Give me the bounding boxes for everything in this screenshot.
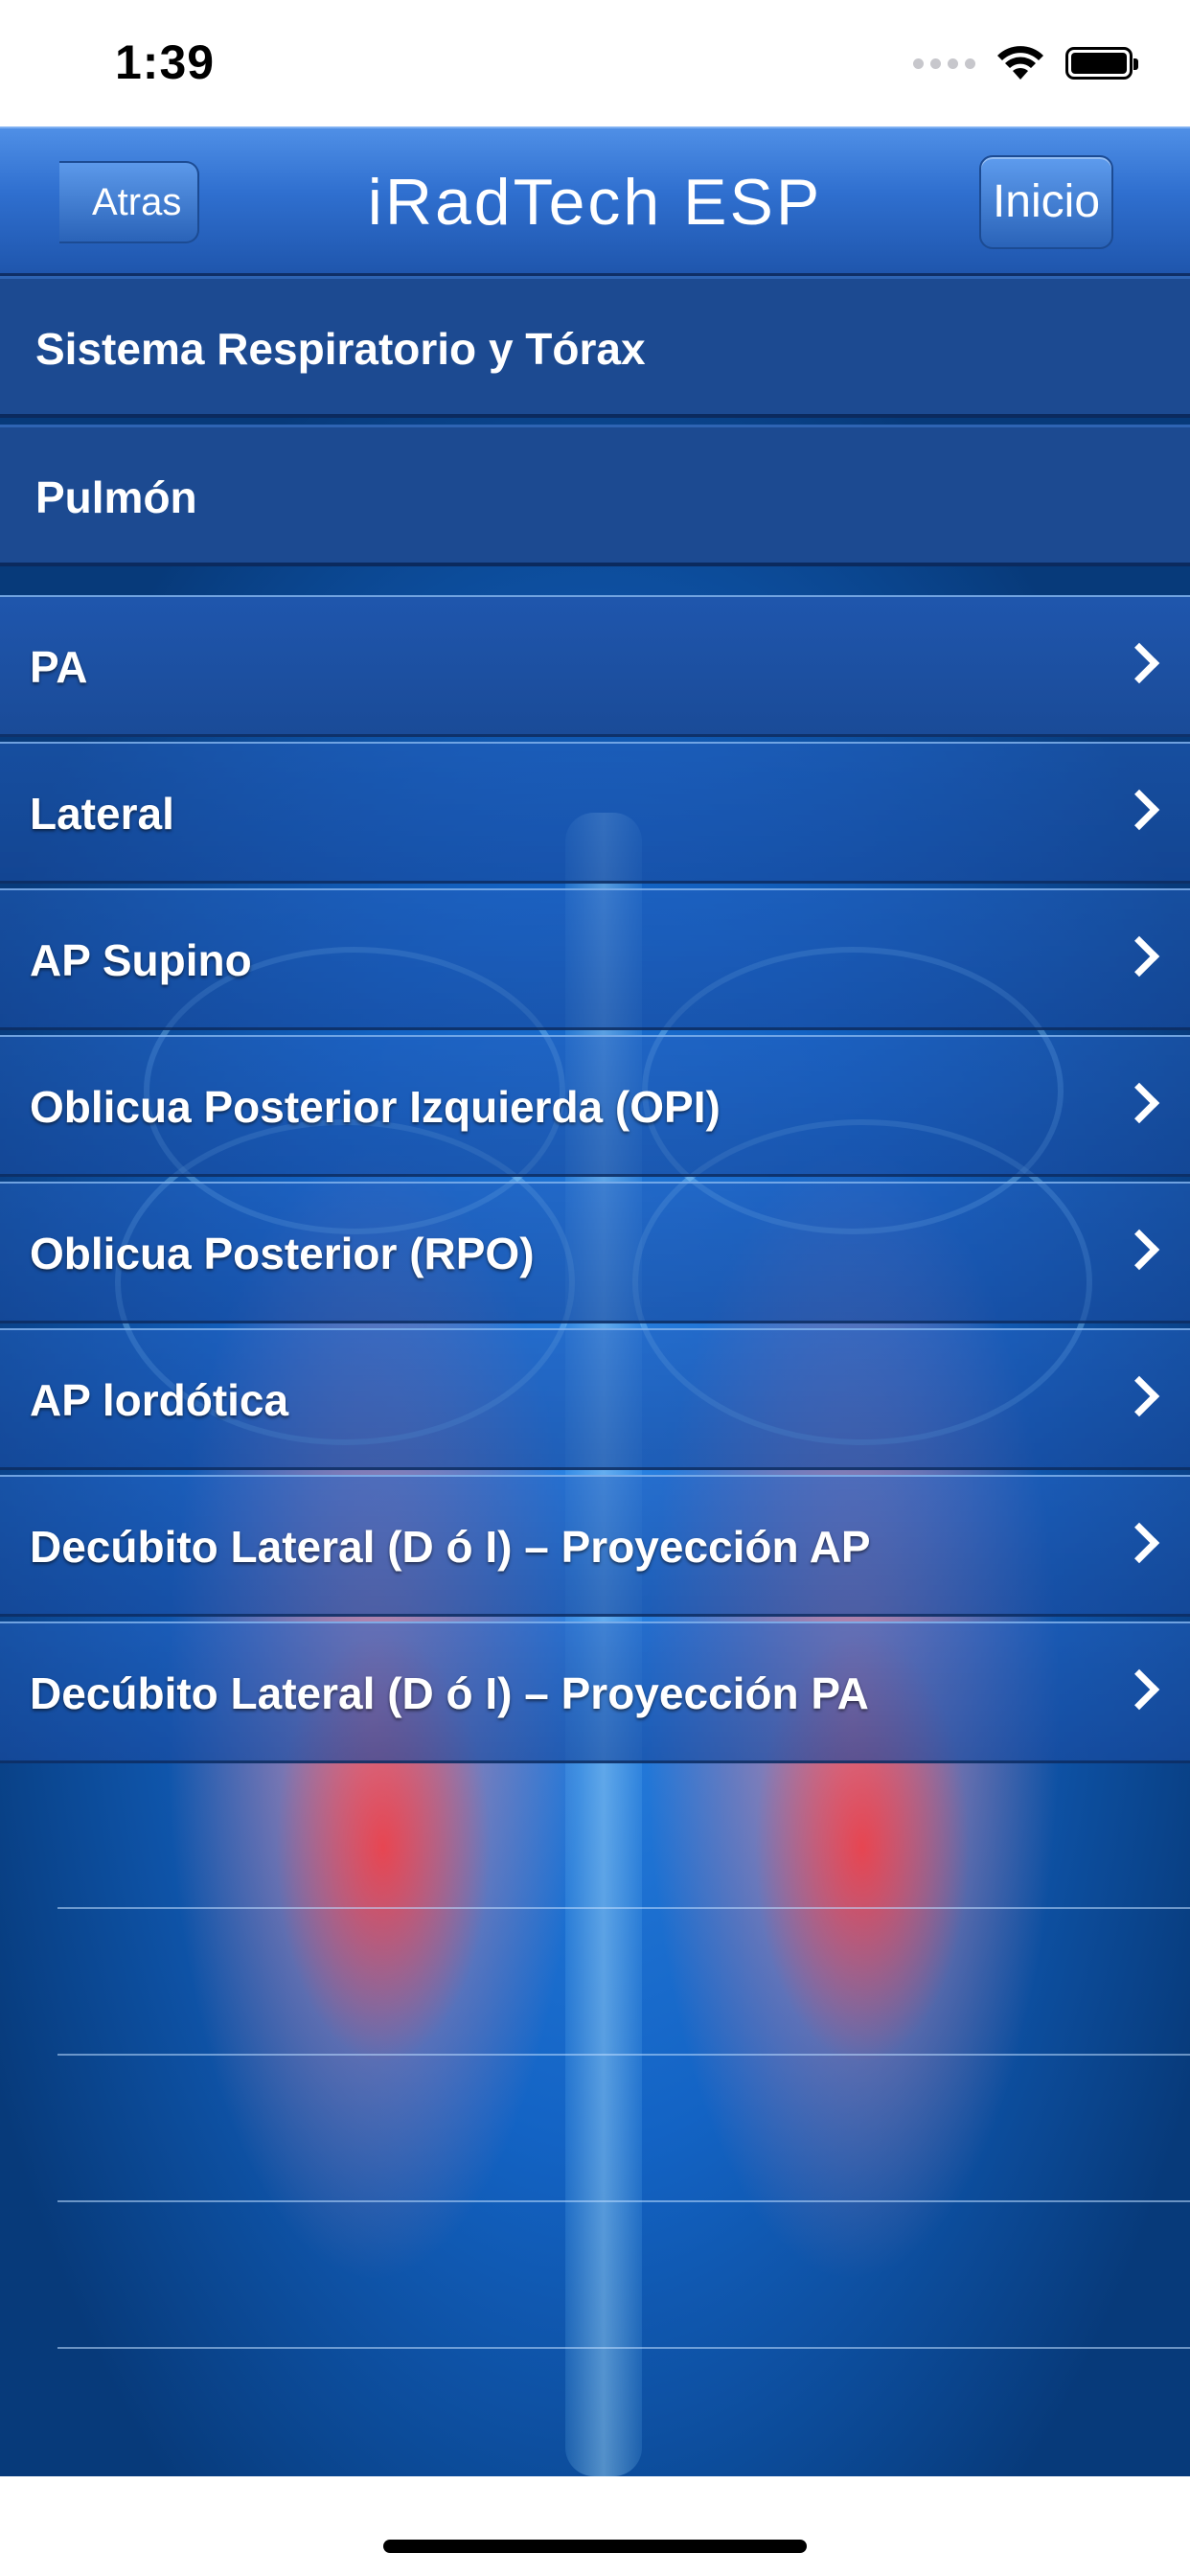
status-bar: 1:39 [0,0,1190,126]
subsection-header: Pulmón [0,425,1190,566]
menu-item-label: Oblicua Posterior Izquierda (OPI) [30,1082,721,1132]
chevron-right-icon [1118,1375,1160,1417]
chevron-right-icon [1118,1522,1160,1564]
menu-item-ap-supino[interactable]: AP Supino [0,888,1190,1030]
wifi-icon [997,46,1043,80]
navigation-bar: Atras iRadTech ESP Inicio [0,126,1190,276]
chevron-right-icon [1118,642,1160,684]
back-button-label: Atras [92,181,182,223]
menu-item-pa[interactable]: PA [0,595,1190,737]
menu-item-label: Oblicua Posterior (RPO) [30,1229,535,1278]
empty-row-separator [57,2200,1190,2202]
chevron-right-icon [1118,1668,1160,1711]
section-header: Sistema Respiratorio y Tórax [0,276,1190,418]
menu-item-label: AP Supino [30,935,252,985]
home-indicator-area [0,2476,1190,2576]
menu-item-label: Decúbito Lateral (D ó I) – Proyección AP [30,1522,871,1572]
menu-item-label: Decúbito Lateral (D ó I) – Proyección PA [30,1668,869,1718]
menu-item-decubito-pa[interactable]: Decúbito Lateral (D ó I) – Proyección PA [0,1622,1190,1763]
menu-item-rpo[interactable]: Oblicua Posterior (RPO) [0,1182,1190,1323]
menu-item-lateral[interactable]: Lateral [0,742,1190,884]
content-area: Sistema Respiratorio y Tórax Pulmón PA L… [0,276,1190,2476]
chevron-right-icon [1118,789,1160,831]
chevron-right-icon [1118,1229,1160,1271]
empty-row-separator [57,2054,1190,2056]
empty-row-separator [57,2347,1190,2349]
home-button[interactable]: Inicio [979,155,1113,249]
chevron-right-icon [1118,935,1160,978]
menu-item-label: Lateral [30,789,174,839]
chevron-right-icon [1118,1082,1160,1124]
cellular-signal-icon [913,58,975,69]
menu-item-decubito-ap[interactable]: Decúbito Lateral (D ó I) – Proyección AP [0,1475,1190,1617]
menu-item-label: AP lordótica [30,1375,289,1425]
menu-item-ap-lordotica[interactable]: AP lordótica [0,1328,1190,1470]
home-indicator[interactable] [383,2540,807,2553]
menu-item-label: PA [30,642,88,692]
battery-icon [1065,47,1138,80]
status-time: 1:39 [115,35,216,89]
menu-item-opi[interactable]: Oblicua Posterior Izquierda (OPI) [0,1035,1190,1177]
status-icons [913,42,1138,84]
empty-row-separator [57,1907,1190,1909]
